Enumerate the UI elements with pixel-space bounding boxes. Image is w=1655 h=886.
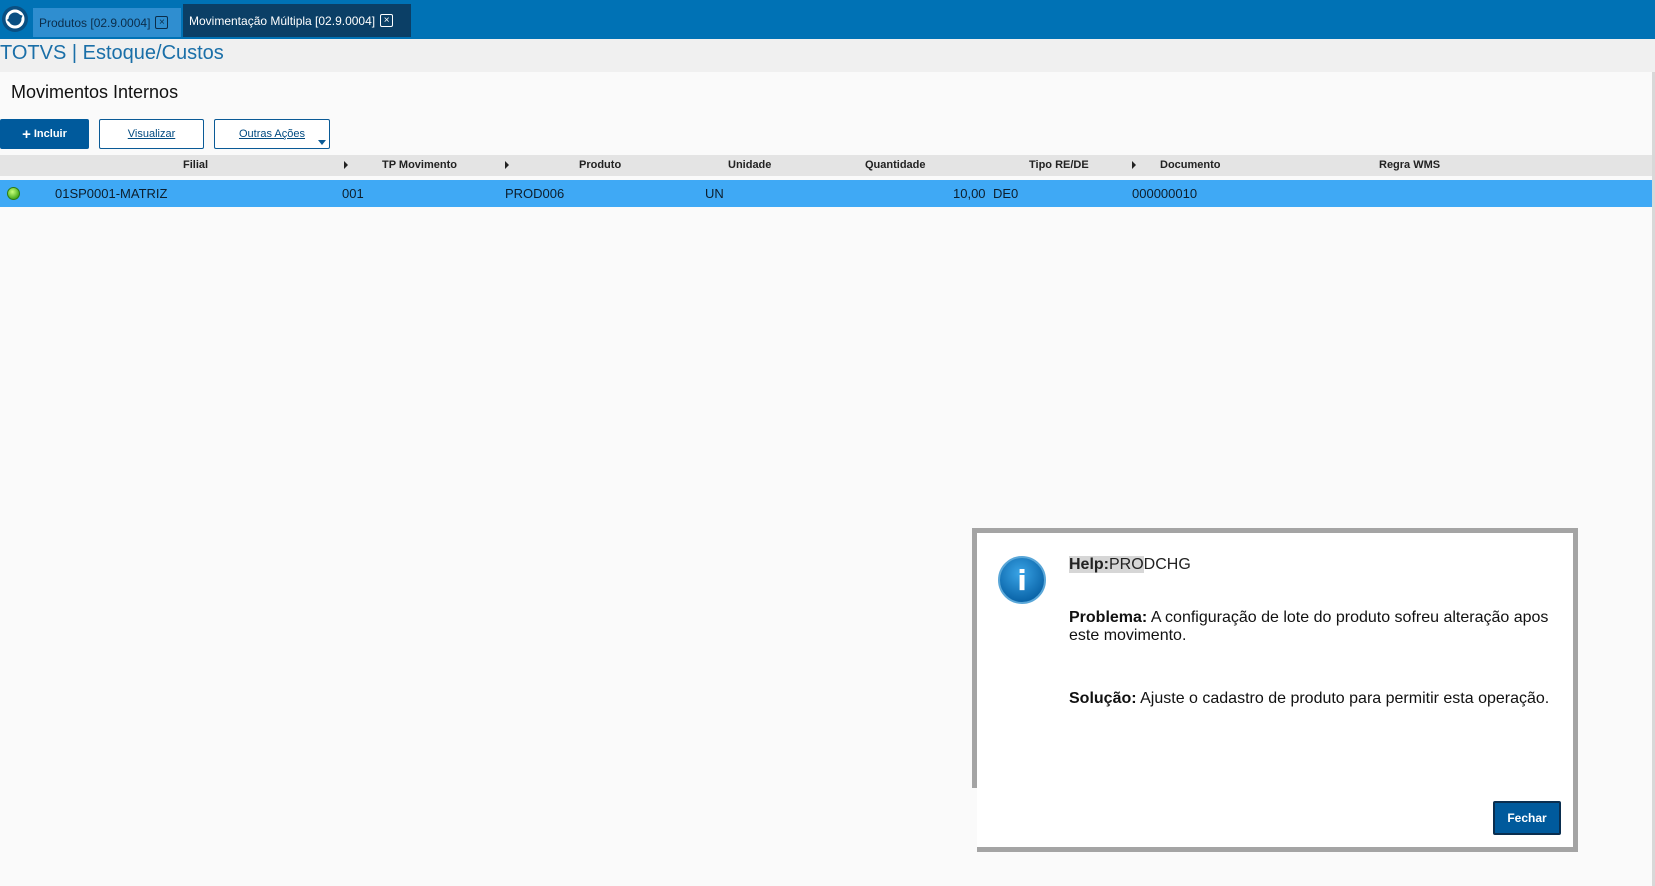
- help-code-rest: DCHG: [1143, 556, 1191, 573]
- totvs-logo-icon[interactable]: [2, 6, 28, 32]
- column-header-quantidade[interactable]: Quantidade: [865, 159, 926, 171]
- column-header-unidade[interactable]: Unidade: [728, 159, 771, 171]
- cell-unidade: UN: [705, 186, 724, 201]
- cell-tipo-re-de: DE0: [993, 186, 1019, 201]
- help-dialog: i Help:PRODCHG Problema: A configuração …: [972, 528, 1578, 857]
- column-header-regra-wms[interactable]: Regra WMS: [1379, 159, 1440, 171]
- cell-produto: PROD006: [505, 186, 565, 201]
- help-label: Help:: [1069, 556, 1109, 573]
- solution-description: Ajuste o cadastro de produto para permit…: [1136, 690, 1550, 707]
- column-header-produto[interactable]: Produto: [579, 159, 621, 171]
- view-button-label: Visualizar: [127, 128, 176, 140]
- info-icon: i: [998, 556, 1046, 604]
- tab-label: Movimentação Múltipla [02.9.0004]: [189, 13, 376, 28]
- column-header-documento[interactable]: Documento: [1160, 159, 1221, 171]
- page-title: Movimentos Internos: [11, 82, 179, 102]
- solution-text: Solução: Ajuste o cadastro de produto pa…: [1069, 690, 1569, 708]
- status-legend-icon[interactable]: [7, 187, 20, 200]
- include-button-label: Incluir: [33, 128, 67, 140]
- module-title: TOTVS | Estoque/Custos: [0, 42, 224, 64]
- grid-header: Filial TP Movimento Produto Unidade Quan…: [0, 155, 1652, 176]
- include-button[interactable]: + Incluir: [0, 119, 89, 149]
- close-icon[interactable]: ×: [155, 16, 169, 29]
- plus-icon: +: [22, 125, 31, 143]
- more-actions-button[interactable]: Outras Ações: [214, 119, 330, 149]
- problem-label: Problema:: [1069, 609, 1148, 626]
- view-button[interactable]: Visualizar: [99, 119, 204, 149]
- cell-documento: 000000010: [1132, 186, 1198, 201]
- sort-arrow-icon[interactable]: [344, 161, 348, 169]
- help-code: Help:PRODCHG: [1069, 556, 1191, 574]
- problem-text: Problema: A configuração de lote do prod…: [1069, 609, 1559, 645]
- tab-label: Produtos [02.9.0004]: [39, 15, 151, 30]
- cell-filial: 01SP0001-MATRIZ: [55, 186, 168, 201]
- tab-movimentacao-multipla[interactable]: Movimentação Múltipla [02.9.0004] ×: [183, 4, 411, 37]
- more-actions-label: Outras Ações: [238, 128, 306, 140]
- module-title-bar: TOTVS | Estoque/Custos: [0, 39, 1655, 72]
- close-button[interactable]: Fechar: [1493, 801, 1561, 835]
- close-button-label: Fechar: [1507, 811, 1547, 825]
- top-tab-bar: Produtos [02.9.0004] × Movimentação Múlt…: [0, 0, 1655, 39]
- close-icon[interactable]: ×: [380, 14, 394, 27]
- solution-label: Solução:: [1069, 690, 1137, 707]
- dialog-edge: [972, 788, 977, 857]
- column-header-tipo-re-de[interactable]: Tipo RE/DE: [1029, 159, 1089, 171]
- tab-produtos[interactable]: Produtos [02.9.0004] ×: [33, 8, 181, 37]
- sort-arrow-icon[interactable]: [1132, 161, 1136, 169]
- chevron-down-icon: [318, 140, 326, 145]
- cell-tp-movimento: 001: [342, 186, 364, 201]
- column-header-filial[interactable]: Filial: [183, 159, 208, 171]
- cell-quantidade: 10,00: [953, 186, 986, 201]
- sort-arrow-icon[interactable]: [505, 161, 509, 169]
- column-header-tp-movimento[interactable]: TP Movimento: [382, 159, 457, 171]
- help-code-highlight: PRO: [1109, 556, 1144, 573]
- table-row[interactable]: 01SP0001-MATRIZ 001 PROD006 UN 10,00 DE0…: [0, 180, 1652, 207]
